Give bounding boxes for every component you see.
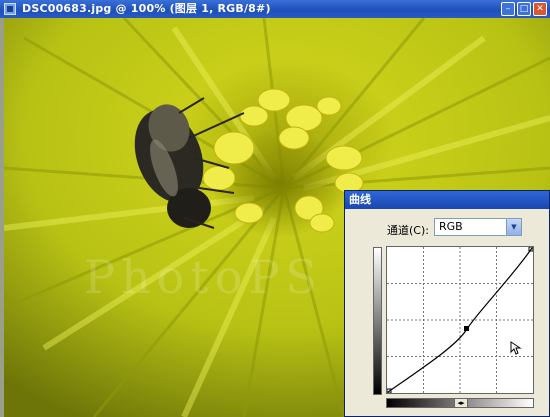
curve-point bbox=[464, 326, 469, 331]
document-window: DSC00683.jpg @ 100% (图层 1, RGB/8#) – □ ✕ bbox=[0, 0, 550, 417]
window-title: DSC00683.jpg @ 100% (图层 1, RGB/8#) bbox=[22, 2, 271, 15]
toggle-arrows-icon[interactable]: ◂▸ bbox=[454, 398, 468, 408]
dropdown-arrow-icon[interactable]: ▼ bbox=[506, 219, 521, 235]
channel-select[interactable]: RGB ▼ bbox=[434, 218, 522, 236]
title-bar[interactable]: DSC00683.jpg @ 100% (图层 1, RGB/8#) – □ ✕ bbox=[0, 0, 550, 18]
curves-dialog: 曲线 通道(C): RGB ▼ ◂▸ bbox=[344, 190, 550, 417]
dialog-title[interactable]: 曲线 bbox=[345, 191, 549, 209]
maximize-icon[interactable]: □ bbox=[517, 2, 531, 16]
app-icon bbox=[4, 3, 16, 15]
watermark: PhotoPS bbox=[84, 250, 323, 304]
curve-svg bbox=[386, 246, 534, 394]
channel-label: 通道(C): bbox=[387, 224, 429, 237]
channel-value: RGB bbox=[439, 220, 463, 233]
output-gradient-bar bbox=[373, 247, 382, 395]
minimize-icon[interactable]: – bbox=[501, 2, 515, 16]
curve-graph[interactable] bbox=[386, 246, 534, 394]
window-controls: – □ ✕ bbox=[501, 2, 547, 16]
mouse-cursor-icon bbox=[510, 341, 522, 355]
close-icon[interactable]: ✕ bbox=[533, 2, 547, 16]
